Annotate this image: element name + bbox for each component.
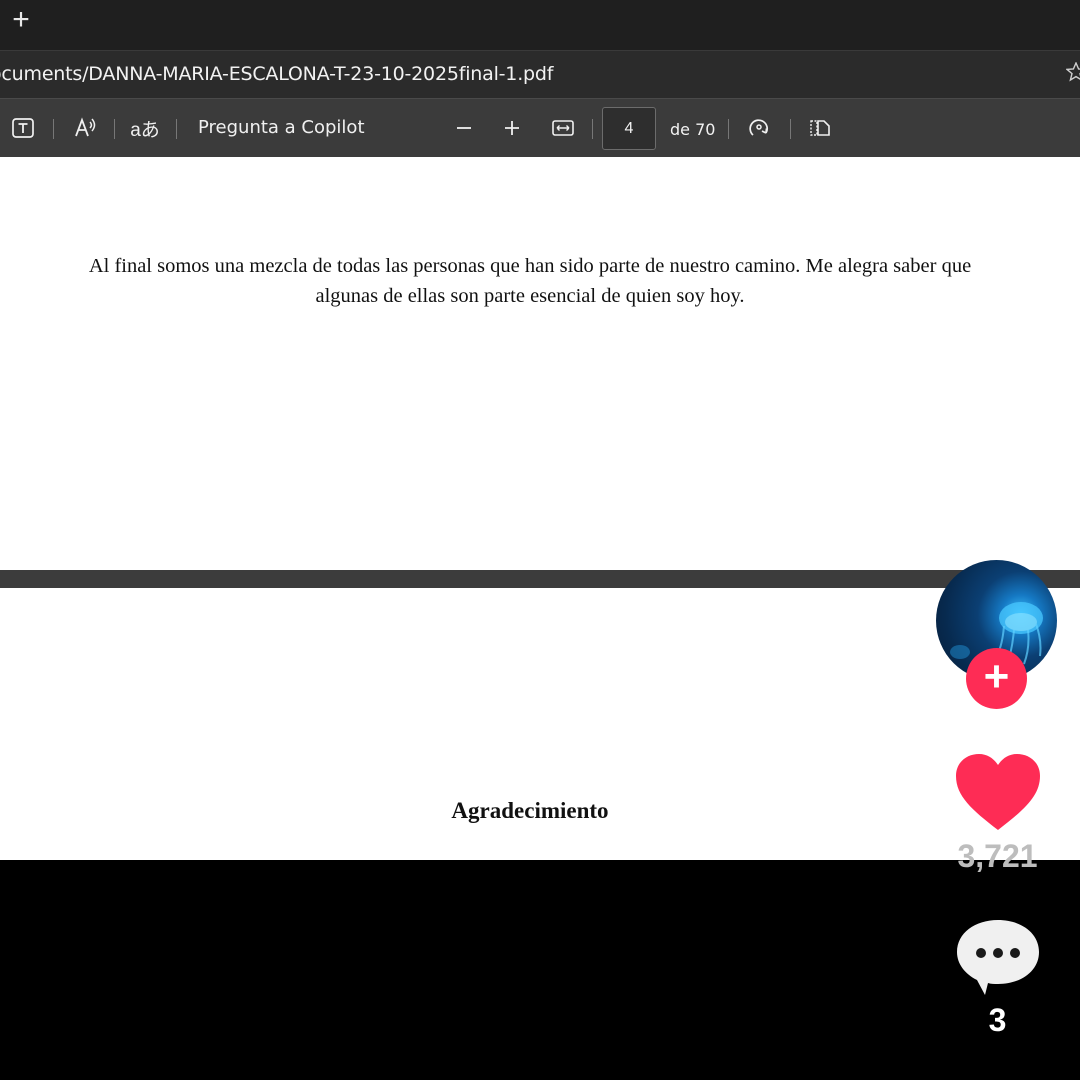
toolbar-separator [176,119,177,139]
pdf-page: Al final somos una mezcla de todas las p… [0,157,1080,570]
comment-count: 3 [988,1002,1007,1038]
pdf-page: Agradecimiento [0,588,1080,860]
new-tab-plus-icon[interactable]: + [4,4,38,38]
zoom-out-icon[interactable] [452,116,476,140]
fit-width-icon[interactable] [550,116,576,140]
toolbar-separator [728,119,729,139]
address-url[interactable]: ocuments/DANNA-MARIA-ESCALONA-T-23-10-20… [0,63,553,85]
address-bar[interactable]: ocuments/DANNA-MARIA-ESCALONA-T-23-10-20… [0,50,1080,98]
tab-strip: + [0,0,1080,50]
video-background [0,860,1080,1080]
comment-bubble-icon[interactable] [955,916,1041,996]
toolbar-separator [592,119,593,139]
heart-icon[interactable] [954,752,1042,832]
rotate-icon[interactable] [746,116,772,140]
pdf-toolbar: aあ Pregunta a Copilot 4 de 70 [0,98,1080,157]
translate-icon[interactable]: aあ [130,116,160,141]
favorite-star-icon[interactable] [1066,62,1080,82]
page-view-icon[interactable] [807,116,833,140]
follow-plus-icon[interactable]: + [966,648,1027,709]
ask-copilot-button[interactable]: Pregunta a Copilot [198,117,365,138]
zoom-in-icon[interactable] [500,116,524,140]
toolbar-separator [114,119,115,139]
toolbar-separator [53,119,54,139]
page-number-input[interactable]: 4 [602,107,656,150]
toolbar-separator [790,119,791,139]
page-gap [0,570,1080,588]
page-total-label: de 70 [670,120,716,139]
read-aloud-icon[interactable] [72,116,100,140]
like-count: 3,721 [957,838,1038,874]
dedication-paragraph: Al final somos una mezcla de todas las p… [88,255,972,307]
text-box-icon[interactable] [10,116,36,140]
section-heading: Agradecimiento [451,798,609,823]
